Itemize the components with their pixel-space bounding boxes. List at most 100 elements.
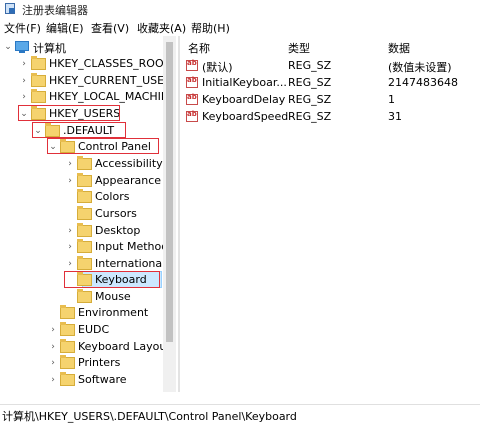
tree-item-international[interactable]: › International — [64, 256, 165, 272]
value-name: KeyboardDelay — [202, 93, 286, 106]
chevron-right-icon[interactable]: › — [47, 322, 59, 338]
tree-item-hkey-classes-root[interactable]: › HKEY_CLASSES_ROOT — [18, 56, 170, 72]
tree-scrollbar-thumb[interactable] — [166, 42, 173, 342]
tree-item-accessibility[interactable]: › Accessibility — [64, 156, 165, 172]
tree-item-hkey-local-machine[interactable]: › HKEY_LOCAL_MACHINE — [18, 89, 176, 105]
tree-scrollbar[interactable] — [163, 36, 176, 392]
chevron-right-icon[interactable]: › — [47, 372, 59, 388]
menu-help[interactable]: 帮助(H) — [191, 20, 230, 36]
folder-icon — [31, 56, 46, 70]
chevron-down-icon[interactable]: ⌄ — [2, 39, 14, 55]
tree-item-label: .DEFAULT — [63, 124, 115, 137]
no-expand-spacer — [64, 272, 76, 288]
folder-icon — [60, 139, 75, 153]
tree-item-hkey-current-user[interactable]: › HKEY_CURRENT_USER — [18, 73, 172, 89]
chevron-right-icon[interactable]: › — [64, 239, 76, 255]
tree-item-label: Environment — [78, 306, 149, 319]
no-expand-spacer — [64, 206, 76, 222]
column-type[interactable]: 类型 — [288, 40, 310, 56]
tree-item-label: Cursors — [95, 207, 137, 220]
tree-item-label: EUDC — [78, 323, 110, 336]
chevron-down-icon[interactable]: ⌄ — [18, 106, 30, 122]
value-type: REG_SZ — [288, 93, 332, 106]
folder-icon — [77, 272, 92, 286]
tree-item-label: Keyboard — [95, 273, 147, 286]
menu-bar: 文件(F) 编辑(E) 查看(V) 收藏夹(A) 帮助(H) — [0, 18, 480, 36]
folder-icon — [60, 339, 75, 353]
tree-item-colors[interactable]: Colors — [64, 189, 165, 205]
value-row[interactable]: ab (默认) REG_SZ (数值未设置) — [186, 58, 480, 75]
column-name[interactable]: 名称 — [188, 40, 210, 56]
tree-item-label: Input Method — [95, 240, 169, 253]
chevron-right-icon[interactable]: › — [64, 173, 76, 189]
folder-icon — [77, 223, 92, 237]
menu-edit[interactable]: 编辑(E) — [46, 20, 84, 36]
folder-icon — [31, 89, 46, 103]
folder-icon — [77, 206, 92, 220]
chevron-down-icon[interactable]: ⌄ — [32, 123, 44, 139]
folder-icon — [77, 173, 92, 187]
folder-icon — [60, 355, 75, 369]
chevron-down-icon[interactable]: ⌄ — [47, 139, 59, 155]
tree-item-label: HKEY_LOCAL_MACHINE — [49, 90, 176, 103]
folder-icon — [77, 289, 92, 303]
chevron-right-icon[interactable]: › — [47, 355, 59, 371]
tree-item-label: Desktop — [95, 224, 141, 237]
value-row[interactable]: ab KeyboardDelay REG_SZ 1 — [186, 92, 480, 109]
tree-item-keyboard[interactable]: Keyboard — [64, 272, 165, 288]
tree-item-software[interactable]: › Software — [47, 372, 165, 388]
folder-icon — [31, 73, 46, 87]
pane-splitter[interactable] — [178, 36, 180, 392]
reg-string-icon: ab — [186, 110, 198, 122]
window-title: 注册表编辑器 — [22, 4, 88, 17]
chevron-right-icon[interactable]: › — [18, 89, 30, 105]
tree-root-label: 计算机 — [33, 42, 66, 55]
value-type: REG_SZ — [288, 76, 332, 89]
folder-icon — [77, 239, 92, 253]
tree-item-desktop[interactable]: › Desktop — [64, 223, 165, 239]
title-bar: 注册表编辑器 — [0, 0, 480, 18]
folder-icon — [60, 305, 75, 319]
folder-icon — [77, 256, 92, 270]
tree-item-appearance[interactable]: › Appearance — [64, 173, 165, 189]
tree-item-mouse[interactable]: Mouse — [64, 289, 165, 305]
tree-item-label: Colors — [95, 190, 130, 203]
tree-item-printers[interactable]: › Printers — [47, 355, 165, 371]
value-type: REG_SZ — [288, 59, 332, 72]
chevron-right-icon[interactable]: › — [18, 56, 30, 72]
tree-item-label: Accessibility — [95, 157, 163, 170]
tree-item-control-panel[interactable]: ⌄ Control Panel — [47, 139, 165, 155]
value-data: 2147483648 — [388, 76, 458, 89]
tree-item-hkey-users[interactable]: ⌄ HKEY_USERS — [18, 106, 165, 122]
value-row[interactable]: ab KeyboardSpeed REG_SZ 31 — [186, 109, 480, 126]
tree-item-label: International — [95, 257, 166, 270]
regedit-app-icon — [5, 3, 15, 14]
value-row[interactable]: ab InitialKeyboar... REG_SZ 2147483648 — [186, 75, 480, 92]
tree-item-environment[interactable]: Environment — [47, 305, 165, 321]
menu-file[interactable]: 文件(F) — [4, 20, 41, 36]
chevron-right-icon[interactable]: › — [64, 223, 76, 239]
chevron-right-icon[interactable]: › — [64, 256, 76, 272]
chevron-right-icon[interactable]: › — [64, 156, 76, 172]
menu-view[interactable]: 查看(V) — [91, 20, 129, 36]
no-expand-spacer — [64, 189, 76, 205]
column-data[interactable]: 数据 — [388, 40, 410, 56]
chevron-right-icon[interactable]: › — [18, 73, 30, 89]
tree-item-cursors[interactable]: Cursors — [64, 206, 165, 222]
chevron-right-icon[interactable]: › — [47, 339, 59, 355]
reg-string-icon: ab — [186, 59, 198, 71]
tree-item-label: Control Panel — [78, 140, 151, 153]
tree-item-eudc[interactable]: › EUDC — [47, 322, 165, 338]
tree-item-label: Mouse — [95, 290, 131, 303]
tree-root-computer[interactable]: ⌄ 计算机 — [2, 39, 162, 55]
no-expand-spacer — [64, 289, 76, 305]
menu-favorites[interactable]: 收藏夹(A) — [137, 20, 186, 36]
folder-icon — [60, 322, 75, 336]
value-data: 31 — [388, 110, 402, 123]
registry-tree[interactable]: ⌄ 计算机 › HKEY_CLASSES_ROOT › HKEY_CURRENT_US… — [0, 36, 176, 392]
tree-item-keyboard-layout[interactable]: › Keyboard Layout — [47, 339, 171, 355]
tree-item-default[interactable]: ⌄ .DEFAULT — [32, 123, 165, 139]
no-expand-spacer — [47, 305, 59, 321]
folder-icon — [31, 106, 46, 120]
tree-item-input-method[interactable]: › Input Method — [64, 239, 169, 255]
